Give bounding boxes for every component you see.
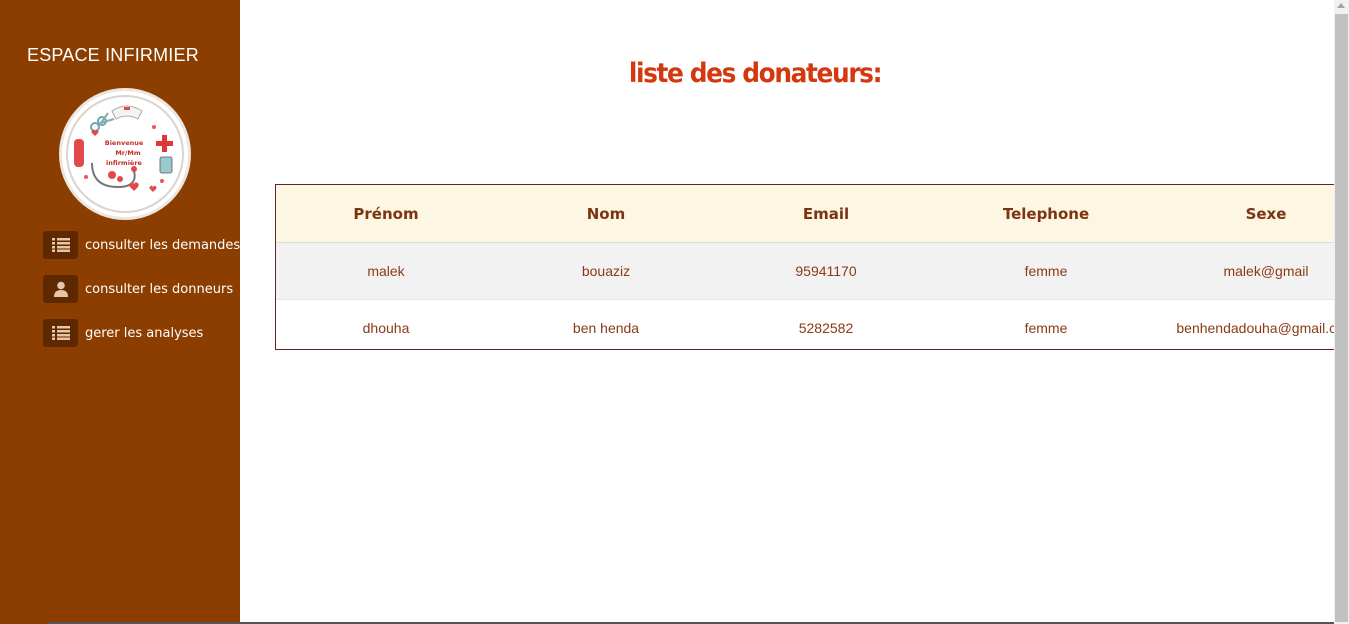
table-row: dhouha ben henda 5282582 femme benhendad… xyxy=(276,299,1349,349)
header-sexe: Sexe xyxy=(1156,185,1349,243)
nurse-logo: Bienvenue Mr/Mm infirmière xyxy=(59,88,191,220)
cell-nom: bouaziz xyxy=(496,242,716,300)
cell-email: 5282582 xyxy=(716,299,936,349)
header-telephone: Telephone xyxy=(936,185,1156,243)
list-icon xyxy=(43,319,78,347)
vertical-scrollbar[interactable] xyxy=(1334,0,1349,624)
header-nom: Nom xyxy=(496,185,716,243)
cell-telephone: femme xyxy=(936,242,1156,300)
table-header-row: Prénom Nom Email Telephone Sexe xyxy=(276,185,1349,243)
cell-prenom: malek xyxy=(276,242,496,300)
sidebar: ESPACE INFIRMIER Bienvenue Mr/Mm infirmi… xyxy=(0,0,240,624)
donors-table: Prénom Nom Email Telephone Sexe malek bo… xyxy=(275,184,1349,350)
cell-sexe: malek@gmail xyxy=(1156,242,1349,300)
table-row: malek bouaziz 95941170 femme malek@gmail xyxy=(276,242,1349,300)
cell-email: 95941170 xyxy=(716,242,936,300)
logo-text-1: Bienvenue xyxy=(105,139,144,147)
header-prenom: Prénom xyxy=(276,185,496,243)
cell-sexe: benhendadouha@gmail.com xyxy=(1156,299,1349,349)
nav-label-donneurs: consulter les donneurs xyxy=(85,281,234,297)
nav-label-analyses: gerer les analyses xyxy=(85,325,204,341)
list-icon xyxy=(43,231,78,259)
nav-consulter-donneurs[interactable]: consulter les donneurs xyxy=(43,275,233,303)
cell-telephone: femme xyxy=(936,299,1156,349)
cell-nom: ben henda xyxy=(496,299,716,349)
nav-gerer-analyses[interactable]: gerer les analyses xyxy=(43,319,203,347)
nurse-logo-image: Bienvenue Mr/Mm infirmière xyxy=(66,95,184,213)
page-title: liste des donateurs: xyxy=(628,58,883,89)
header-email: Email xyxy=(716,185,936,243)
nav-consulter-demandes[interactable]: consulter les demandes xyxy=(43,231,240,259)
logo-text-2: Mr/Mm xyxy=(115,149,141,157)
user-icon xyxy=(43,275,78,303)
nav-label-demandes: consulter les demandes xyxy=(85,237,241,253)
scrollbar-thumb[interactable] xyxy=(1335,14,1348,622)
scroll-up-arrow-icon[interactable] xyxy=(1337,3,1345,8)
logo-text-3: infirmière xyxy=(106,159,142,167)
cell-prenom: dhouha xyxy=(276,299,496,349)
